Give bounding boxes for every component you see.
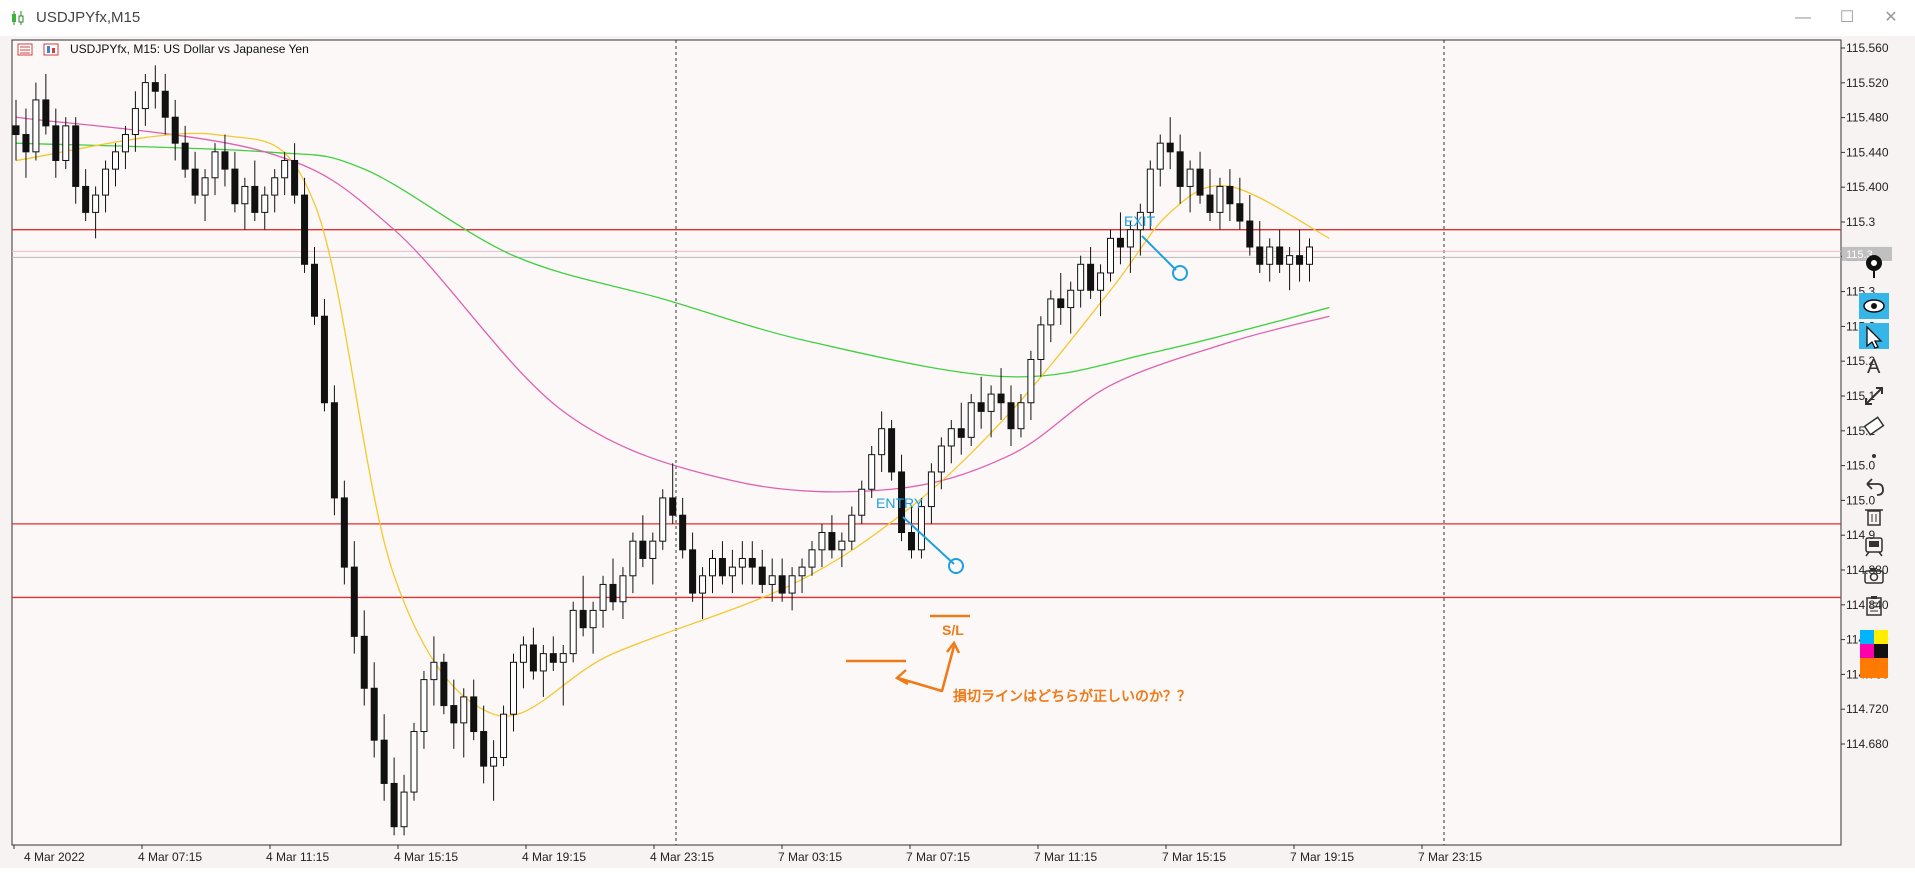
x-axis-tick-label: 7 Mar 15:15 [1162, 850, 1226, 864]
chart-header-text: USDJPYfx, M15: US Dollar vs Japanese Yen [70, 42, 309, 56]
exit-label: EXIT [1124, 213, 1156, 229]
candle [330, 385, 338, 516]
x-axis-tick-label: 4 Mar 23:15 [650, 850, 714, 864]
x-axis-tick-label: 4 Mar 11:15 [266, 850, 329, 864]
minimize-button[interactable]: — [1790, 6, 1816, 30]
x-axis-tick-label: 7 Mar 23:15 [1418, 850, 1482, 864]
candle [569, 601, 577, 663]
y-axis-tick-label: 115.400 [1846, 180, 1889, 194]
maximize-button[interactable]: ☐ [1834, 6, 1860, 30]
x-axis-tick-label: 7 Mar 07:15 [906, 850, 970, 864]
y-axis-tick-label: 115.440 [1846, 145, 1889, 159]
x-axis-tick-label: 4 Mar 19:15 [522, 850, 586, 864]
x-axis-tick-label: 4 Mar 07:15 [138, 850, 202, 864]
candlestick-app-icon [12, 11, 24, 25]
pin-icon[interactable] [1859, 252, 1889, 280]
candle [440, 653, 448, 715]
undo-icon[interactable] [1859, 472, 1889, 500]
y-axis-tick-label: 115.3 [1846, 215, 1875, 229]
candle [410, 722, 418, 801]
svg-text:A: A [1867, 356, 1881, 378]
y-axis-tick-label: 114.720 [1846, 702, 1889, 716]
y-axis-tick-label: 114.680 [1846, 737, 1889, 751]
y-axis-tick-label: 115.520 [1846, 76, 1889, 90]
bucket-icon[interactable] [1859, 532, 1889, 560]
drawing-toolbar: A [1855, 247, 1893, 687]
x-axis-tick-label: 4 Mar 2022 [24, 850, 85, 864]
sl-label: S/L [942, 622, 964, 638]
eye-icon[interactable] [1859, 292, 1889, 320]
y-axis-tick-label: 115.480 [1846, 111, 1889, 125]
y-axis-tick-label: 115.560 [1846, 41, 1889, 55]
candle [659, 489, 667, 550]
text-icon[interactable]: A [1859, 352, 1889, 380]
chart-indicator-icon [43, 43, 59, 56]
x-axis-tick-label: 7 Mar 11:15 [1034, 850, 1097, 864]
x-axis-tick-label: 7 Mar 19:15 [1290, 850, 1354, 864]
candle [888, 420, 896, 481]
entry-label: ENTRY [876, 495, 924, 511]
camera-icon[interactable] [1859, 562, 1889, 590]
color-palette-icon[interactable] [1859, 630, 1889, 678]
x-axis-tick-label: 7 Mar 03:15 [778, 850, 842, 864]
cursor-icon[interactable] [1859, 322, 1889, 350]
close-button[interactable]: ✕ [1878, 6, 1904, 30]
candle [320, 298, 328, 412]
chart-window: 115.560 115.520 115.480 115.440 115.400 115.3… [0, 36, 1915, 868]
trash-icon[interactable] [1859, 502, 1889, 530]
candle [500, 705, 508, 767]
window-title: USDJPYfx,M15 [36, 9, 141, 26]
eraser-icon[interactable] [1859, 412, 1889, 440]
line-icon[interactable] [1859, 382, 1889, 410]
dot-icon[interactable] [1859, 442, 1889, 470]
sl-question-text: 損切ラインはどちらが正しいのか？？ [953, 688, 1191, 704]
window-titlebar: USDJPYfx,M15 — ☐ ✕ [0, 0, 1915, 37]
clipboard-icon[interactable] [1859, 592, 1889, 620]
x-axis-tick-label: 4 Mar 15:15 [394, 850, 458, 864]
price-chart[interactable]: 115.560 115.520 115.480 115.440 115.400 115.3… [0, 36, 1915, 868]
